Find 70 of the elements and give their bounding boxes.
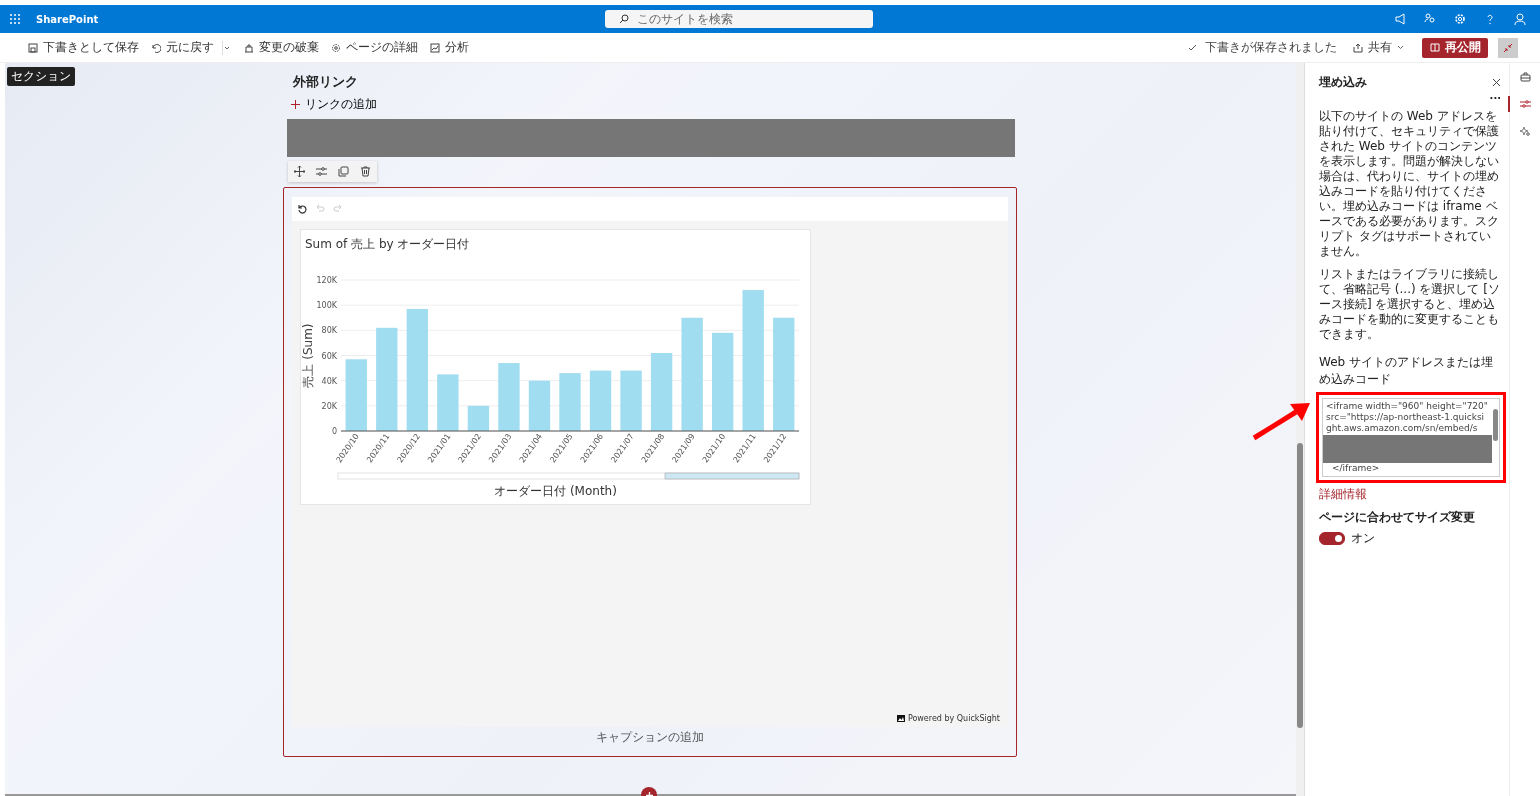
command-button[interactable]: ページの詳細: [327, 39, 422, 56]
logo-icon: [896, 715, 905, 722]
chart-title: Sum of 売上 by オーダー日付: [305, 236, 471, 253]
profile-icon[interactable]: [1514, 13, 1526, 25]
save-status: 下書きが保存されました: [1205, 39, 1337, 56]
toggle-switch[interactable]: [1319, 532, 1345, 545]
command-button[interactable]: 分析: [426, 39, 473, 56]
caption-field[interactable]: キャプションの追加: [292, 727, 1008, 746]
toolbox-icon[interactable]: [1519, 72, 1531, 82]
command-button[interactable]: 変更の破棄: [240, 39, 323, 56]
megaphone-icon[interactable]: [1394, 13, 1406, 25]
chart-icon: [430, 42, 440, 53]
description-text: リストまたはライブラリに接続して、省略記号 (...) を選択して [ソース接続] を選択すると、埋め込みコードを動的に変更することもできます。: [1319, 267, 1501, 342]
powered-by-text: Powered by QuickSight: [907, 714, 1000, 723]
pane-title: 埋め込み: [1319, 74, 1367, 91]
chevron-down-icon[interactable]: [222, 40, 230, 55]
axis-title: 売上 (Sum): [301, 323, 315, 388]
sliders-icon[interactable]: [1519, 99, 1531, 109]
plus-icon: [291, 100, 300, 109]
republish-button[interactable]: 再公開: [1422, 37, 1488, 58]
search-field[interactable]: このサイトを検索: [605, 10, 874, 28]
share-button[interactable]: 共有: [1349, 39, 1408, 56]
book-icon: [1429, 43, 1440, 52]
gear-icon: [331, 42, 341, 53]
checkmark-icon: [1188, 43, 1197, 52]
app-launcher-icon[interactable]: [10, 14, 20, 24]
delete-icon[interactable]: [360, 166, 371, 177]
sliders-icon[interactable]: [316, 166, 327, 177]
toggle-label: ページに合わせてサイズ変更: [1319, 509, 1476, 526]
collapse-button[interactable]: [1498, 37, 1518, 58]
people-icon[interactable]: [1424, 13, 1436, 25]
more-button[interactable]: ...: [1319, 91, 1501, 101]
command-button[interactable]: 下書きとして保存: [24, 39, 143, 56]
undo-icon[interactable]: [315, 204, 325, 214]
undo-icon: [151, 42, 161, 53]
settings-icon[interactable]: [1454, 13, 1466, 25]
search-icon: [619, 14, 630, 24]
webpart-title: 外部リンク: [293, 73, 359, 91]
save-icon: [28, 42, 38, 53]
app-name[interactable]: SharePoint: [36, 13, 99, 25]
axis-tick-label: 40K: [321, 376, 337, 386]
discard-icon: [244, 42, 254, 53]
command-button[interactable]: 元に戻す: [147, 39, 218, 56]
reset-icon[interactable]: [297, 204, 307, 214]
section-tag: セクション: [7, 67, 75, 86]
plus-icon: [645, 791, 653, 796]
share-icon: [1353, 42, 1363, 53]
embed-code-field[interactable]: <iframe width="960" height="720" src="https://ap-northeast-1.quicksight.aws.amazon.com/sn/embed/s </iframe>: [1322, 398, 1500, 477]
add-link-button[interactable]: リンクの追加: [291, 96, 377, 113]
close-icon[interactable]: [1492, 78, 1501, 87]
range-handle[interactable]: [664, 472, 800, 480]
bar[interactable]: [467, 405, 490, 431]
toggle-state: オン: [1351, 530, 1375, 547]
axis-tick-label: 60K: [321, 351, 337, 361]
field-label: Web サイトのアドレスまたは埋め込みコード: [1319, 354, 1494, 388]
move-icon[interactable]: [294, 166, 305, 177]
axis-tick-label: 0: [331, 427, 337, 436]
learn-more-link[interactable]: 詳細情報: [1319, 486, 1501, 503]
description-text: 以下のサイトの Web アドレスを貼り付けて、セキュリティで保護された Web サイトのコンテンツを表示します。問題が解決しない場合は、代わりに、サイトの埋め込みコードを貼り付けてください。埋め込みコードは iframe ベースである必要があります。スクリプト タグはサポートされていません。: [1319, 109, 1500, 259]
sparkle-icon[interactable]: [1520, 126, 1530, 136]
chevron-down-icon: [1397, 45, 1404, 50]
redo-icon[interactable]: [333, 204, 343, 214]
axis-title: オーダー日付 (Month): [493, 483, 618, 500]
collapse-icon: [1503, 42, 1513, 53]
axis-tick-label: 80K: [321, 326, 337, 336]
duplicate-icon[interactable]: [338, 166, 349, 177]
scrollbar[interactable]: [1296, 63, 1304, 796]
axis-tick-label: 120K: [316, 276, 337, 285]
axis-tick-label: 20K: [321, 401, 337, 411]
axis-tick-label: 100K: [316, 301, 337, 311]
